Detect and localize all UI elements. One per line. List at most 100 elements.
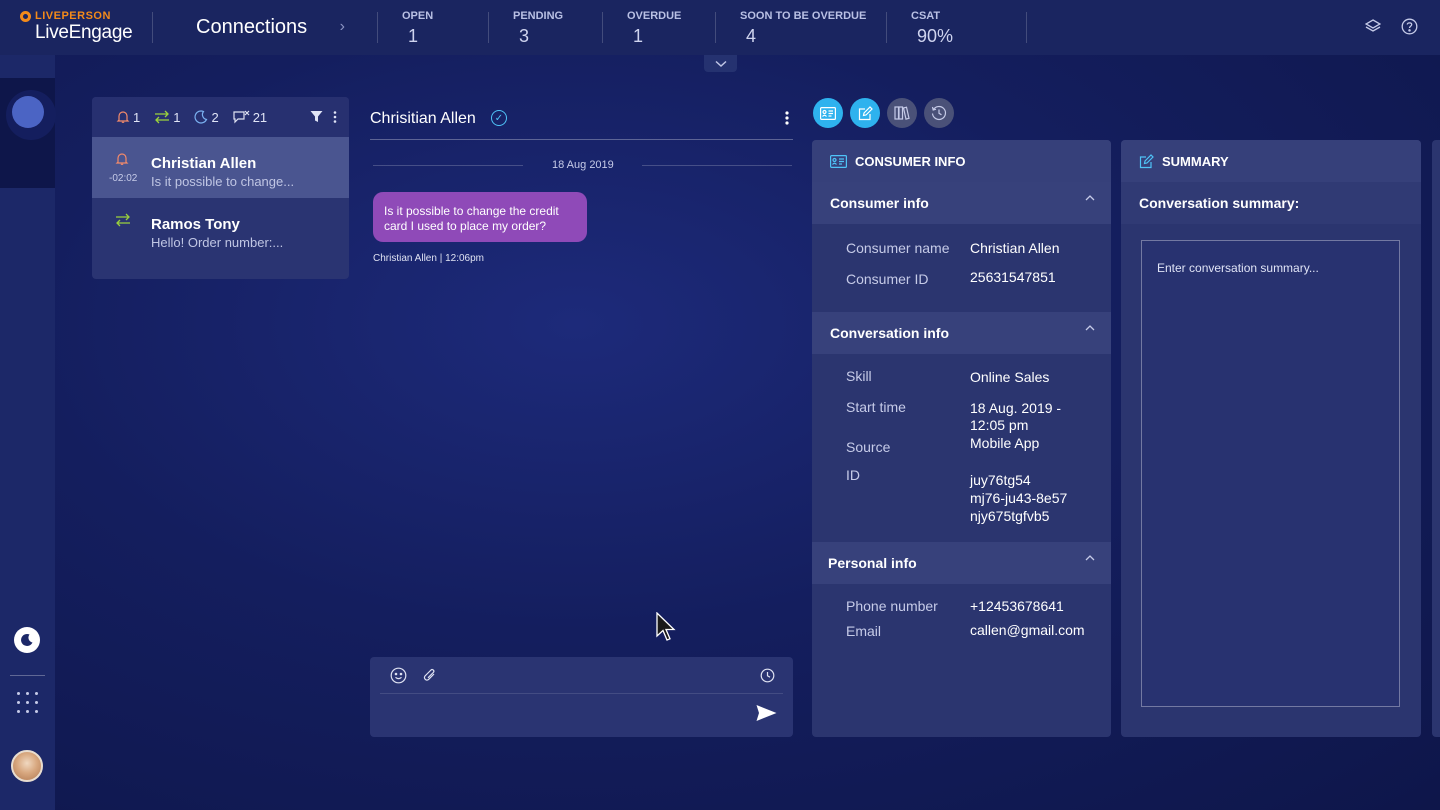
date-label: 18 Aug 2019: [552, 159, 614, 171]
field-value: 25631547851: [970, 269, 1056, 285]
chevron-down-icon: [714, 60, 727, 67]
metric-soon-to-be-overdue[interactable]: SOON TO BE OVERDUE 4: [716, 0, 886, 55]
summary-tab[interactable]: [850, 98, 880, 128]
chevron-up-icon[interactable]: [1085, 195, 1095, 201]
help-icon[interactable]: [1400, 17, 1418, 35]
metric-label: SOON TO BE OVERDUE: [740, 10, 867, 22]
conversation-timer: -02:02: [109, 173, 138, 184]
widget-tabs: [813, 98, 954, 128]
history-tab[interactable]: [924, 98, 954, 128]
mouse-cursor-icon: [656, 611, 676, 647]
metric-value: 1: [633, 26, 644, 46]
emoji-icon[interactable]: [389, 666, 407, 684]
filter-icon[interactable]: [310, 110, 323, 123]
field-value: 12:05 pm: [970, 417, 1029, 433]
metric-value: 3: [519, 26, 530, 46]
apps-grid-icon[interactable]: [17, 692, 38, 713]
filter-away[interactable]: 2: [194, 110, 219, 125]
field-value: juy76tg54: [970, 472, 1031, 488]
filter-count: 1: [173, 109, 181, 125]
field-label: Consumer ID: [846, 271, 929, 287]
field-value: callen@gmail.com: [970, 622, 1085, 638]
panel-header: SUMMARY: [1121, 140, 1421, 182]
conversation-item[interactable]: -02:02 Christian Allen Is it possible to…: [92, 137, 349, 198]
field-value: Christian Allen: [970, 240, 1060, 256]
section-header-consumer-info[interactable]: Consumer info: [812, 182, 1111, 224]
metric-csat[interactable]: CSAT 90%: [887, 0, 1026, 55]
send-icon[interactable]: [756, 704, 777, 727]
chevron-right-icon[interactable]: ›: [340, 18, 345, 36]
section-title: Personal info: [828, 555, 917, 571]
more-vertical-icon[interactable]: [785, 110, 789, 131]
chevron-up-icon[interactable]: [1085, 325, 1095, 331]
conversation-list: 1 1 2 21 -02:02 Christian Allen Is it po…: [92, 97, 349, 279]
field-label: Phone number: [846, 598, 938, 614]
conversation-item[interactable]: Ramos Tony Hello! Order number:...: [92, 198, 349, 259]
chevron-up-icon[interactable]: [1085, 555, 1095, 561]
consumer-info-panel: CONSUMER INFO Consumer info Consumer nam…: [812, 140, 1111, 737]
clock-icon[interactable]: [758, 666, 776, 684]
metric-open[interactable]: OPEN 1: [378, 0, 488, 55]
panel-header: CONSUMER INFO: [812, 140, 1111, 182]
rail-active-indicator[interactable]: [12, 96, 44, 128]
divider: [1026, 12, 1027, 43]
summary-textarea[interactable]: Enter conversation summary...: [1141, 240, 1400, 707]
field-label: ID: [846, 467, 860, 483]
page-title[interactable]: Connections ›: [153, 0, 377, 55]
field-value: njy675tgfvb5: [970, 508, 1050, 524]
books-tab[interactable]: [887, 98, 917, 128]
composer-toolbar: [380, 657, 783, 694]
filter-closed[interactable]: 21: [233, 110, 267, 125]
rail-divider: [10, 675, 45, 676]
panel-title: SUMMARY: [1162, 153, 1229, 169]
check-circle-icon[interactable]: ✓: [491, 110, 507, 126]
chat-header: Chrisitian Allen ✓: [370, 100, 793, 140]
id-card-icon: [820, 106, 836, 120]
field-label: Start time: [846, 399, 906, 415]
metric-value: 4: [746, 26, 757, 46]
section-header-conversation-info[interactable]: Conversation info: [812, 312, 1111, 354]
chat-closed-icon: [233, 110, 250, 124]
page-title-text: Connections: [196, 16, 308, 38]
conversation-name: Ramos Tony: [151, 216, 240, 233]
field-label: Consumer name: [846, 240, 950, 256]
filter-alerts[interactable]: 1: [116, 110, 140, 125]
bell-icon: [115, 153, 129, 165]
collapse-header-button[interactable]: [704, 55, 737, 72]
metric-label: PENDING: [513, 10, 564, 22]
message-bubble: Is it possible to change the credit card…: [373, 192, 587, 242]
avatar[interactable]: [11, 750, 43, 782]
left-rail: [0, 55, 56, 810]
conversation-preview: Hello! Order number:...: [151, 235, 284, 250]
transfer-icon: [116, 213, 130, 227]
moon-icon: [194, 110, 208, 124]
section-title: Conversation info: [830, 325, 950, 341]
field-value: mj76-ju43-8e57: [970, 490, 1068, 506]
conversation-preview: Is it possible to change...: [151, 174, 295, 189]
message-composer[interactable]: [370, 657, 793, 737]
transfer-icon: [155, 110, 170, 124]
top-right-actions: [1364, 17, 1418, 35]
field-value: Mobile App: [970, 435, 1040, 451]
edit-icon: [858, 105, 873, 120]
history-icon: [931, 105, 947, 121]
field-label: Source: [846, 439, 891, 455]
field-value: 18 Aug. 2019 -: [970, 400, 1062, 416]
metric-overdue[interactable]: OVERDUE 1: [603, 0, 715, 55]
metric-pending[interactable]: PENDING 3: [489, 0, 602, 55]
section-title: Consumer info: [830, 195, 929, 211]
edit-icon: [1139, 153, 1154, 168]
attachment-icon[interactable]: [421, 666, 439, 684]
more-vertical-icon[interactable]: [333, 110, 337, 124]
moon-icon[interactable]: [14, 627, 40, 653]
date-separator: 18 Aug 2019: [373, 158, 792, 174]
layers-icon[interactable]: [1364, 17, 1382, 35]
message-meta: Christian Allen | 12:06pm: [373, 253, 484, 264]
bell-icon: [116, 111, 130, 123]
summary-panel: SUMMARY Conversation summary: Enter conv…: [1121, 140, 1421, 737]
filter-count: 21: [252, 109, 268, 125]
filter-transfers[interactable]: 1: [154, 110, 180, 125]
consumer-info-tab[interactable]: [813, 98, 843, 128]
metric-label: OVERDUE: [627, 10, 682, 22]
section-header-personal-info[interactable]: Personal info: [812, 542, 1111, 584]
